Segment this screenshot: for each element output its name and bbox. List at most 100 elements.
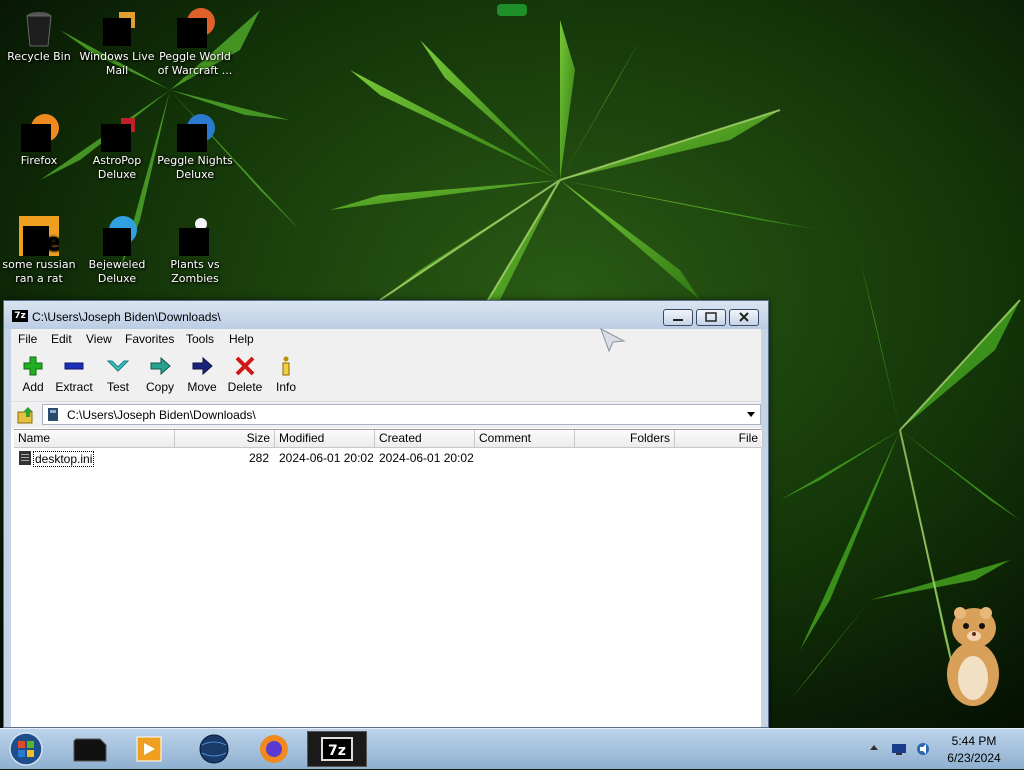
extract-label: Extract <box>55 380 93 394</box>
firefox-icon <box>260 735 288 763</box>
address-combobox[interactable]: C:\Users\Joseph Biden\Downloads\ <box>42 404 761 425</box>
close-icon <box>739 312 749 322</box>
move-icon <box>190 355 214 377</box>
desktop-icon-windows-live-mail[interactable]: Windows Live Mail <box>78 8 156 78</box>
add-label: Add <box>22 380 44 394</box>
test-button[interactable]: Test <box>96 355 140 394</box>
ini-file-icon <box>19 451 31 465</box>
desktop-icon-label: AstroPop Deluxe <box>92 154 142 181</box>
desktop-icon-peggle-wow[interactable]: Peggle World of Warcraft ... <box>156 8 234 78</box>
desktop-icon-bejeweled[interactable]: Bejeweled Deluxe <box>78 216 156 286</box>
window-client-area: File Edit View Favorites Tools Help Add … <box>11 329 763 727</box>
menu-help[interactable]: Help <box>229 332 254 346</box>
desktop-icon-label: Peggle Nights Deluxe <box>157 154 233 181</box>
desktop-icon-label: Recycle Bin <box>7 50 71 63</box>
desktop-icon-astropop[interactable]: AstroPop Deluxe <box>78 112 156 182</box>
address-path: C:\Users\Joseph Biden\Downloads\ <box>67 408 256 422</box>
desktop-icon-label: Peggle World of Warcraft ... <box>157 50 233 77</box>
file-name: desktop.ini <box>33 451 95 467</box>
7zip-title-icon: 7z <box>12 310 28 322</box>
menu-edit[interactable]: Edit <box>51 332 72 346</box>
recycle-bin-icon <box>19 8 59 48</box>
svg-text:e: e <box>45 228 59 256</box>
desktop-icon-label: Firefox <box>20 154 58 167</box>
extract-icon <box>62 355 86 377</box>
black-box-icon <box>73 738 107 762</box>
column-folders[interactable]: Folders <box>575 430 675 447</box>
taskbar-start-orb[interactable] <box>6 731 46 767</box>
taskbar-item-media-player[interactable] <box>121 731 177 767</box>
close-button[interactable] <box>729 309 759 326</box>
taskbar-item-7zip[interactable]: 7z <box>307 731 367 767</box>
taskbar-item-globe[interactable] <box>186 731 242 767</box>
drive-icon <box>48 408 58 421</box>
menu-tools[interactable]: Tools <box>186 332 214 346</box>
plants-vs-zombies-icon <box>175 216 215 256</box>
system-clock[interactable]: 5:44 PM 6/23/2024 <box>935 733 1013 767</box>
copy-button[interactable]: Copy <box>138 355 182 394</box>
7zip-icon: 7z <box>321 737 353 761</box>
globe-icon <box>199 734 229 764</box>
desktop-icon-label: some russian ran a rat <box>2 258 76 285</box>
media-player-icon <box>136 736 162 762</box>
menu-file[interactable]: File <box>18 332 37 346</box>
firefox-icon <box>19 112 59 152</box>
extract-button[interactable]: Extract <box>52 355 96 394</box>
add-button[interactable]: Add <box>11 355 55 394</box>
desktop-icon-label: Windows Live Mail <box>79 50 155 77</box>
delete-label: Delete <box>227 380 263 394</box>
column-name[interactable]: Name <box>14 430 175 447</box>
column-created[interactable]: Created <box>375 430 475 447</box>
desktop-icon-label: Bejeweled Deluxe <box>88 258 146 285</box>
window-title: C:\Users\Joseph Biden\Downloads\ <box>32 310 221 324</box>
file-modified: 2024-06-01 20:02 <box>279 451 374 465</box>
column-size[interactable]: Size <box>175 430 275 447</box>
russian-rat-icon: e <box>19 216 61 256</box>
windows-start-icon <box>9 732 43 766</box>
volume-icon[interactable] <box>915 741 931 757</box>
file-list[interactable]: Name Size Modified Created Comment Folde… <box>14 429 763 727</box>
desktop-icon-recycle-bin[interactable]: Recycle Bin <box>0 8 78 64</box>
windows-live-mail-icon <box>97 8 137 48</box>
menu-bar: File Edit View Favorites Tools Help <box>11 329 761 349</box>
maximize-icon <box>705 312 717 322</box>
folder-up-icon <box>17 407 33 424</box>
column-modified[interactable]: Modified <box>275 430 375 447</box>
desktop-icon-plants-vs-zombies[interactable]: Plants vs Zombies <box>156 216 234 286</box>
hamster-image <box>947 607 999 706</box>
desktop-icon-peggle-nights[interactable]: Peggle Nights Deluxe <box>156 112 234 182</box>
address-bar: C:\Users\Joseph Biden\Downloads\ <box>11 402 761 428</box>
desktop-icon-label: Plants vs Zombies <box>170 258 220 285</box>
minimize-icon <box>673 319 683 321</box>
astropop-icon <box>97 112 137 152</box>
menu-view[interactable]: View <box>86 332 112 346</box>
column-files[interactable]: File <box>675 430 763 447</box>
network-icon[interactable] <box>891 741 907 757</box>
table-row[interactable]: desktop.ini 282 2024-06-01 20:02 2024-06… <box>14 449 761 467</box>
info-label: Info <box>275 380 296 394</box>
toolbar: Add Extract Test Copy Move Delete Info <box>11 349 761 402</box>
info-button[interactable]: Info <box>264 355 308 394</box>
test-label: Test <box>106 380 129 394</box>
desktop-icon-russian-rat[interactable]: e some russian ran a rat <box>0 216 78 286</box>
7zip-file-manager-window[interactable]: 7z C:\Users\Joseph Biden\Downloads\ File… <box>3 300 769 728</box>
clock-time: 5:44 PM <box>951 734 997 748</box>
delete-button[interactable]: Delete <box>223 355 267 394</box>
desktop-icon-firefox[interactable]: Firefox <box>0 112 78 168</box>
minimize-button[interactable] <box>663 309 693 326</box>
move-button[interactable]: Move <box>180 355 224 394</box>
up-folder-button[interactable] <box>16 405 36 425</box>
file-size: 282 <box>248 451 269 465</box>
maximize-button[interactable] <box>696 309 726 326</box>
column-header-row: Name Size Modified Created Comment Folde… <box>14 430 763 448</box>
taskbar-item-firefox[interactable] <box>246 731 302 767</box>
column-comment[interactable]: Comment <box>475 430 575 447</box>
title-bar[interactable]: 7z C:\Users\Joseph Biden\Downloads\ <box>4 301 768 329</box>
show-hidden-icons-icon[interactable] <box>869 743 879 753</box>
copy-icon <box>148 355 172 377</box>
7zip-icon-text: 7z <box>328 743 346 759</box>
test-icon <box>106 355 130 377</box>
menu-favorites[interactable]: Favorites <box>125 332 174 346</box>
taskbar-item-black-box[interactable] <box>62 731 118 767</box>
chevron-down-icon[interactable] <box>745 408 757 420</box>
